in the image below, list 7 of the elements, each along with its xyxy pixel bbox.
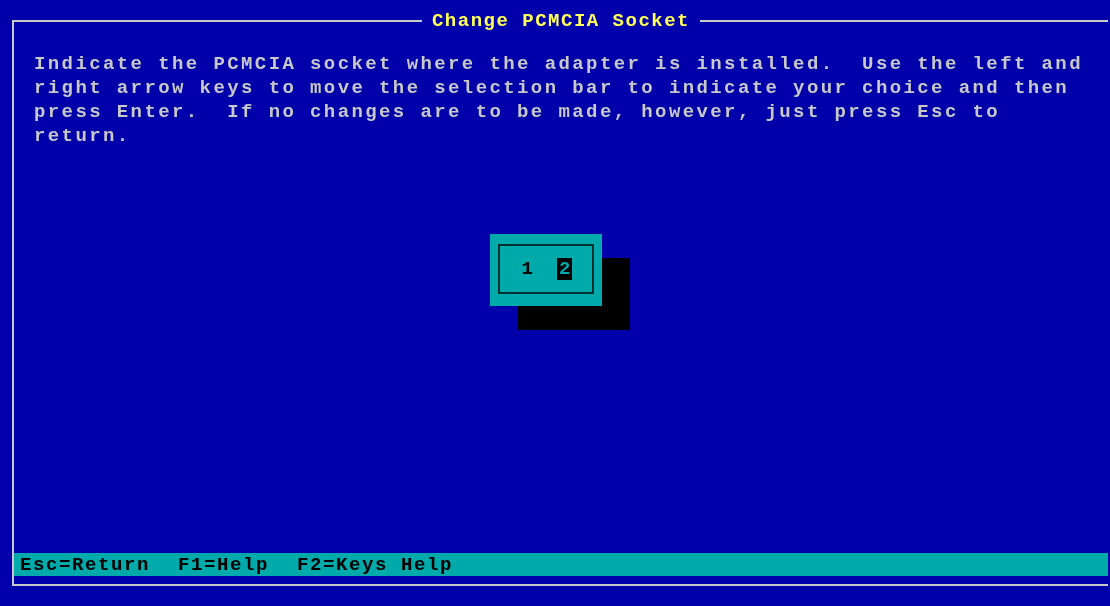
window-title: Change PCMCIA Socket: [430, 10, 691, 32]
socket-option[interactable]: 2: [557, 258, 573, 280]
key-hint: F2=Keys Help: [297, 553, 454, 576]
socket-option[interactable]: 1: [519, 258, 535, 280]
key-hint: F1=Help: [178, 553, 270, 576]
instructions-text: Indicate the PCMCIA socket where the adapter is installed. Use the left and right arrow keys to move the selection bar to indicate your choice and then press Enter. If no changes are to be made, however, just press Esc to return.: [34, 52, 1084, 148]
key-hint: Esc=Return: [20, 553, 151, 576]
